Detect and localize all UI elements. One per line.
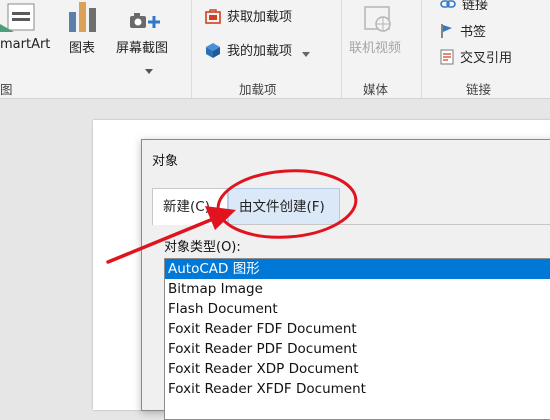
tab-create-new[interactable]: 新建(C) [152, 188, 228, 225]
get-addins-label: 获取加载项 [227, 10, 293, 25]
object-type-listbox[interactable]: AutoCAD 图形 Bitmap Image Flash Document F… [164, 258, 550, 420]
get-addins-button[interactable]: 获取加载项 [205, 6, 292, 25]
object-dialog: 对象 新建(C) 由文件创建(F) 对象类型(O): AutoCAD 图形 Bi… [141, 139, 550, 420]
list-item[interactable]: AutoCAD 图形 [165, 259, 550, 279]
list-item[interactable]: Foxit Reader PDF Document [165, 339, 550, 359]
bookmark-label: 书签 [460, 25, 487, 40]
illustrations-group-label: 图 [0, 82, 13, 97]
group-divider [421, 0, 422, 98]
tab-create-from-file[interactable]: 由文件创建(F) [228, 188, 340, 224]
list-item[interactable]: Bitmap Image [165, 279, 550, 299]
chevron-down-icon[interactable] [302, 47, 311, 57]
list-item[interactable]: Foxit Reader XFDF Document [165, 379, 550, 399]
bookmark-flag-icon [440, 23, 454, 39]
link-icon [440, 0, 456, 11]
chart-button-label[interactable]: 图表 [69, 37, 95, 56]
dialog-title: 对象 [152, 154, 179, 169]
ribbon-insert: martArt 图表 屏幕截图 图 获取加载项 我的加载项 加载项 联机视频 媒… [0, 0, 550, 99]
cross-reference-label: 交叉引用 [460, 51, 513, 66]
media-group-label: 媒体 [363, 82, 389, 97]
my-addins-label: 我的加载项 [227, 44, 293, 59]
links-group-label: 链接 [466, 82, 492, 97]
link-button[interactable]: 链接 [440, 0, 488, 13]
group-divider [191, 0, 192, 98]
group-divider [341, 0, 342, 98]
chart-icon[interactable] [66, 0, 102, 32]
list-item[interactable]: Foxit Reader FDF Document [165, 319, 550, 339]
list-item[interactable]: Flash Document [165, 299, 550, 319]
smartart-icon[interactable] [0, 2, 38, 32]
screenshot-dropdown-icon[interactable] [145, 60, 153, 74]
online-video-label[interactable]: 联机视频 [349, 37, 401, 56]
cross-reference-button[interactable]: 交叉引用 [440, 47, 512, 66]
smartart-button-label[interactable]: martArt [0, 37, 50, 52]
my-addins-button[interactable]: 我的加载项 [205, 40, 311, 59]
addin-cube-icon [205, 42, 221, 58]
screenshot-button-label[interactable]: 屏幕截图 [116, 37, 168, 56]
screenshot-icon[interactable] [128, 10, 164, 32]
link-label: 链接 [462, 0, 489, 13]
object-type-label: 对象类型(O): [164, 240, 241, 255]
addins-group-label: 加载项 [239, 82, 277, 97]
store-icon [205, 8, 221, 24]
online-video-icon[interactable] [363, 4, 393, 34]
cross-reference-icon [440, 49, 454, 65]
bookmark-button[interactable]: 书签 [440, 21, 486, 40]
list-item[interactable]: Foxit Reader XDP Document [165, 359, 550, 379]
